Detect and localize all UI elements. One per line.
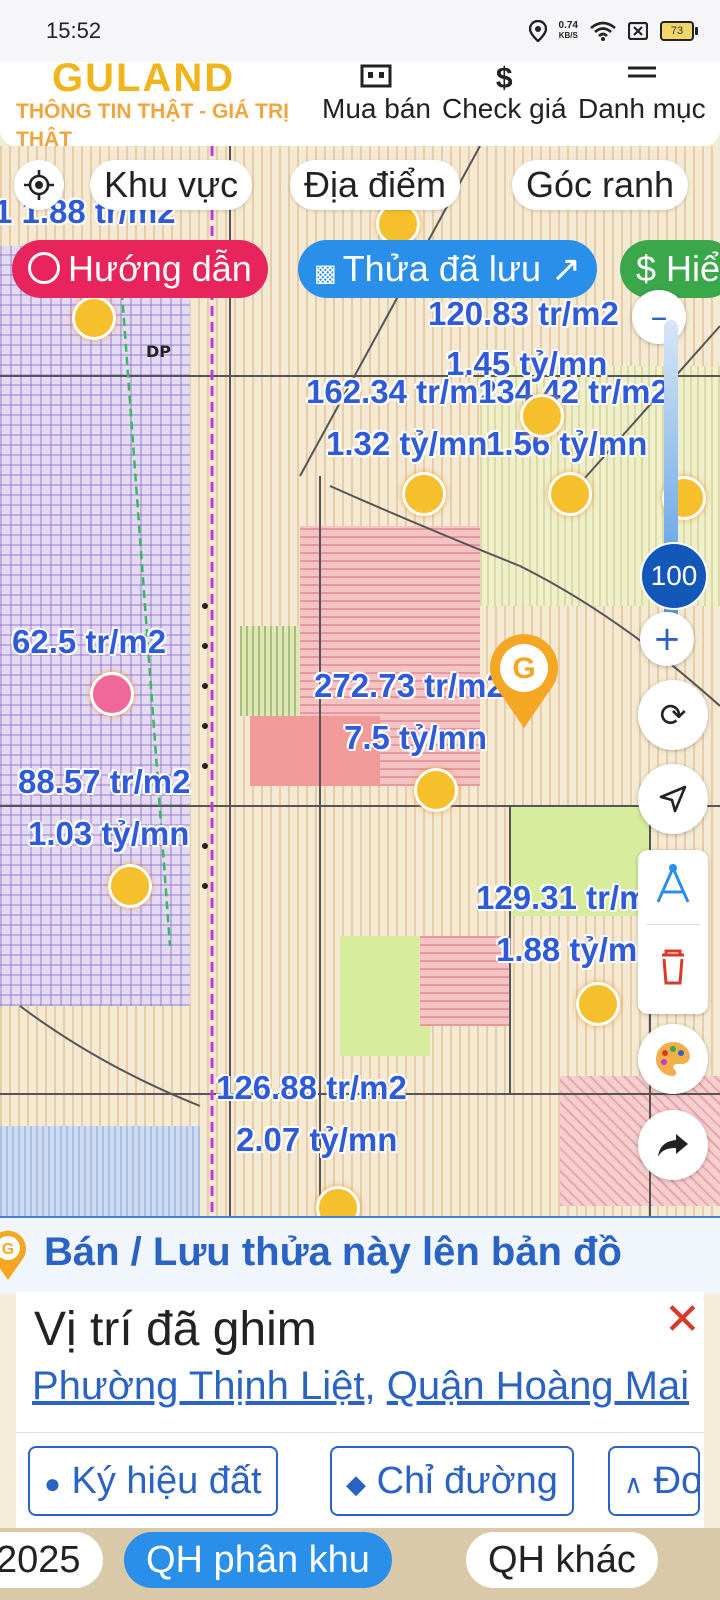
measure-icon: ∧ — [624, 1469, 644, 1499]
district-link[interactable]: Quận Hoàng Mai — [387, 1364, 689, 1408]
refresh-icon: ⟳ — [659, 696, 687, 734]
guland-pin-icon: G — [0, 1230, 26, 1280]
nav-mua-ban-label: Mua bán — [322, 93, 431, 124]
price-marker[interactable] — [108, 864, 152, 908]
guide-label: Hướng dẫn — [68, 248, 252, 289]
price-marker[interactable] — [414, 768, 458, 812]
price-marker[interactable] — [72, 296, 116, 340]
palette-icon: ● — [44, 1468, 61, 1499]
price-label: 7.5 tỷ/mn — [344, 719, 488, 756]
trash-icon[interactable] — [638, 925, 708, 1005]
price-label: 1.56 tỷ/mn — [486, 425, 648, 462]
status-time: 15:52 — [46, 18, 102, 43]
status-bar: 15:52 0.74 KB/S 73 — [0, 0, 720, 62]
measure-label: Đo — [653, 1460, 700, 1502]
pinned-address: Phường Thịnh Liệt, Quận Hoàng Mai — [32, 1364, 690, 1408]
price-label: 134.42 tr/m2 — [478, 373, 669, 410]
nav-check-gia-label: Check giá — [442, 93, 567, 124]
price-label: 62.5 tr/m2 — [12, 623, 167, 660]
price-marker[interactable] — [402, 472, 446, 516]
directions-label: Chỉ đường — [376, 1460, 558, 1502]
layer-qh-khac[interactable]: QH khác — [466, 1532, 658, 1588]
price-label: 126.88 tr/m2 — [216, 1069, 407, 1106]
net-speed: 0.74 KB/S — [558, 20, 578, 41]
zoom-in-button[interactable]: + — [640, 612, 694, 666]
price-label: 88.57 tr/m2 — [18, 763, 191, 800]
land-symbols-label: Ký hiệu đất — [71, 1460, 262, 1502]
price-label: 1.03 tỷ/mn — [28, 815, 190, 852]
color-palette-button[interactable] — [638, 1024, 708, 1094]
zoom-slider-handle[interactable]: 100 — [640, 542, 708, 610]
map-zone-label: DP — [146, 342, 172, 361]
svg-text:G: G — [2, 1241, 14, 1258]
guland-logo[interactable]: GULAND — [52, 62, 235, 101]
land-symbols-button[interactable]: ● Ký hiệu đất — [28, 1446, 278, 1516]
palette-icon — [655, 1042, 690, 1076]
play-circle-icon — [28, 252, 60, 285]
price-label: 272.73 tr/m2 — [314, 667, 505, 704]
save-plot-prompt: Bán / Lưu thửa này lên bản đồ — [44, 1230, 622, 1274]
layer-2025[interactable]: 2025 — [0, 1532, 103, 1588]
planning-layer-bar: 2025 QH phân khu QH khác — [0, 1528, 720, 1600]
locate-button[interactable] — [14, 160, 64, 210]
directions-icon: ◆ — [346, 1469, 366, 1499]
wifi-icon — [590, 21, 616, 41]
price-label: 120.83 tr/m2 — [428, 295, 619, 332]
card-divider — [16, 1432, 704, 1433]
price-marker[interactable] — [90, 672, 134, 716]
measure-compass-icon[interactable] — [638, 850, 708, 920]
svg-text:G: G — [512, 652, 535, 685]
saved-plots-button[interactable]: ▩ Thửa đã lưu ↗ — [298, 240, 598, 298]
nav-danh-muc[interactable]: Danh mục — [578, 62, 706, 126]
directions-button[interactable]: ◆ Chỉ đường — [330, 1446, 574, 1516]
save-plot-bar[interactable]: G Bán / Lưu thửa này lên bản đồ — [0, 1216, 720, 1294]
status-icons: 0.74 KB/S 73 — [528, 16, 698, 46]
price-marker[interactable] — [576, 982, 620, 1026]
price-overlay-button[interactable]: $ Hiể — [620, 240, 720, 298]
nav-check-gia[interactable]: $ Check giá — [442, 62, 567, 126]
share-button[interactable] — [638, 1110, 708, 1180]
crosshair-icon — [24, 170, 54, 200]
nav-mua-ban[interactable]: Mua bán — [322, 62, 431, 126]
saved-plots-label: Thửa đã lưu ↗ — [342, 248, 582, 289]
measure-toolbar — [638, 850, 708, 1014]
dollar-icon: $ — [495, 62, 513, 95]
bookmark-icon: ▩ — [314, 260, 337, 287]
filter-dia-diem[interactable]: Địa điểm — [290, 160, 461, 210]
map-canvas[interactable]: DP 1 1.88 tr/m2 120.83 tr/m2 1.45 tỷ/mn … — [0, 146, 720, 1216]
price-marker[interactable] — [548, 472, 592, 516]
ward-link[interactable]: Phường Thịnh Liệt — [32, 1364, 364, 1408]
pin-marker-icon[interactable]: G — [484, 630, 564, 730]
navigation-arrow-icon — [659, 785, 687, 813]
filter-khu-vuc[interactable]: Khu vực — [90, 160, 253, 210]
pinned-location-title: Vị trí đã ghim — [34, 1303, 317, 1356]
location-icon — [528, 20, 547, 42]
menu-icon — [578, 62, 706, 92]
layer-qh-phan-khu[interactable]: QH phân khu — [124, 1532, 392, 1588]
price-label: 1.88 tỷ/mn — [496, 931, 658, 968]
price-marker[interactable] — [520, 394, 564, 438]
nav-danh-muc-label: Danh mục — [578, 93, 706, 124]
close-icon[interactable]: ✕ — [664, 1294, 701, 1345]
filter-goc-ranh[interactable]: Góc ranh — [512, 160, 689, 210]
price-label: 2.07 tỷ/mn — [236, 1121, 398, 1158]
building-icon — [322, 62, 431, 92]
slogan: THÔNG TIN THẬT - GIÁ TRỊ THẬT — [16, 100, 289, 146]
pinned-location-card: Vị trí đã ghim ✕ Phường Thịnh Liệt, Quận… — [16, 1292, 704, 1528]
share-arrow-icon — [658, 1134, 688, 1157]
measure-button[interactable]: ∧ Đo — [608, 1446, 700, 1516]
refresh-button[interactable]: ⟳ — [638, 680, 708, 750]
app-header: GULAND THÔNG TIN THẬT - GIÁ TRỊ THẬT Mua… — [0, 62, 720, 146]
battery-icon: 73 — [660, 21, 698, 41]
price-label: 1.32 tỷ/mn — [326, 425, 488, 462]
price-label: 162.34 tr/m2 — [306, 373, 497, 410]
navigate-button[interactable] — [638, 764, 708, 834]
sim-off-icon — [628, 22, 648, 40]
guide-button[interactable]: Hướng dẫn — [12, 240, 268, 298]
